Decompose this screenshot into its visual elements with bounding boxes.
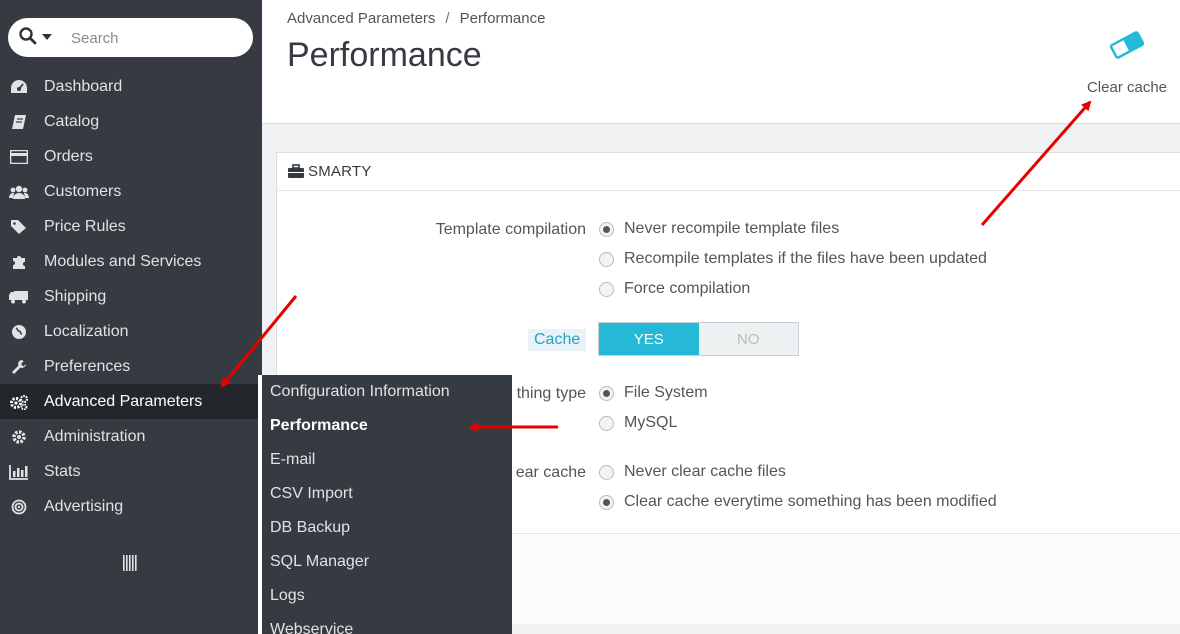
- sidebar-item-label: Customers: [44, 182, 122, 200]
- truck-icon: [9, 288, 29, 306]
- radio-button-checked[interactable]: [599, 494, 614, 510]
- sidebar-item-label: Modules and Services: [44, 252, 202, 270]
- submenu-item-performance[interactable]: Performance: [262, 409, 512, 443]
- radio-mysql[interactable]: MySQL: [599, 414, 677, 432]
- sidebar-item-orders[interactable]: Orders: [0, 139, 262, 174]
- sidebar-item-label: Preferences: [44, 357, 131, 375]
- panel-heading: SMARTY: [277, 153, 1180, 191]
- clear-cache-label: Clear cache: [1086, 79, 1168, 96]
- globe-icon: [9, 323, 29, 341]
- cache-label: Cache: [528, 329, 587, 351]
- collapse-sidebar-icon[interactable]: [122, 554, 138, 577]
- sidebar-item-label: Administration: [44, 427, 146, 445]
- radio-never-recompile[interactable]: Never recompile template files: [599, 220, 839, 238]
- sidebar-item-advanced-parameters[interactable]: Advanced Parameters: [0, 384, 262, 419]
- radio-label: Recompile templates if the files have be…: [624, 250, 987, 267]
- wrench-icon: [9, 358, 29, 376]
- submenu-item-logs[interactable]: Logs: [262, 579, 512, 613]
- radio-button[interactable]: [599, 464, 614, 480]
- cache-toggle[interactable]: YES NO: [598, 322, 799, 356]
- chevron-down-icon[interactable]: [42, 34, 52, 40]
- sidebar-item-shipping[interactable]: Shipping: [0, 279, 262, 314]
- page-title: Performance: [287, 36, 482, 74]
- sidebar-item-label: Orders: [44, 147, 93, 165]
- bullseye-icon: [9, 498, 29, 516]
- sidebar-item-administration[interactable]: Administration: [0, 419, 262, 454]
- breadcrumb: Advanced Parameters / Performance: [287, 10, 545, 27]
- cache-yes-option[interactable]: YES: [599, 323, 699, 355]
- submenu-item-webservice[interactable]: Webservice: [262, 613, 512, 634]
- sidebar-item-label: Dashboard: [44, 77, 123, 95]
- sidebar-item-stats[interactable]: Stats: [0, 454, 262, 489]
- radio-button-checked[interactable]: [599, 385, 614, 401]
- sidebar: Dashboard Catalog Orders Customers Price…: [0, 0, 262, 634]
- cache-no-option[interactable]: NO: [699, 323, 799, 355]
- radio-clear-cache-on-modify[interactable]: Clear cache everytime something has been…: [599, 493, 997, 511]
- search-input[interactable]: [68, 27, 238, 49]
- submenu-item-sql-manager[interactable]: SQL Manager: [262, 545, 512, 579]
- template-compilation-label: Template compilation: [435, 221, 586, 238]
- briefcase-icon: [287, 164, 305, 179]
- radio-label: Force compilation: [624, 280, 751, 297]
- eraser-icon: [1106, 31, 1148, 64]
- radio-button[interactable]: [599, 415, 614, 431]
- submenu-item-db-backup[interactable]: DB Backup: [262, 511, 512, 545]
- submenu-item-configuration-information[interactable]: Configuration Information: [262, 375, 512, 409]
- cogs-icon: [9, 393, 29, 411]
- sidebar-item-catalog[interactable]: Catalog: [0, 104, 262, 139]
- breadcrumb-separator: /: [445, 10, 450, 27]
- sidebar-nav: Dashboard Catalog Orders Customers Price…: [0, 69, 262, 524]
- caching-type-label: thing type: [516, 385, 586, 402]
- radio-label: Never clear cache files: [624, 463, 786, 480]
- book-icon: [9, 113, 29, 131]
- radio-label: MySQL: [624, 414, 678, 431]
- breadcrumb-current: Performance: [459, 10, 546, 27]
- tags-icon: [9, 218, 29, 236]
- radio-never-clear-cache[interactable]: Never clear cache files: [599, 463, 786, 481]
- sidebar-item-label: Catalog: [44, 112, 100, 130]
- bar-chart-icon: [9, 463, 29, 481]
- sidebar-item-modules[interactable]: Modules and Services: [0, 244, 262, 279]
- sidebar-item-label: Price Rules: [44, 217, 126, 235]
- submenu-item-email[interactable]: E-mail: [262, 443, 512, 477]
- radio-label: Never recompile template files: [624, 220, 840, 237]
- sidebar-item-dashboard[interactable]: Dashboard: [0, 69, 262, 104]
- radio-button[interactable]: [599, 251, 614, 267]
- radio-recompile-if-updated[interactable]: Recompile templates if the files have be…: [599, 250, 987, 268]
- sidebar-item-label: Advanced Parameters: [44, 392, 203, 410]
- sidebar-item-label: Stats: [44, 462, 81, 480]
- sidebar-item-advertising[interactable]: Advertising: [0, 489, 262, 524]
- puzzle-icon: [9, 253, 29, 271]
- page-header: Advanced Parameters / Performance Performa…: [262, 0, 1180, 124]
- sidebar-item-label: Localization: [44, 322, 129, 340]
- panel-title: SMARTY: [308, 163, 372, 180]
- sidebar-item-localization[interactable]: Localization: [0, 314, 262, 349]
- sidebar-item-label: Shipping: [44, 287, 107, 305]
- sidebar-item-preferences[interactable]: Preferences: [0, 349, 262, 384]
- clear-cache-button[interactable]: Clear cache: [1082, 30, 1172, 96]
- radio-label: File System: [624, 384, 708, 401]
- radio-button[interactable]: [599, 281, 614, 297]
- credit-card-icon: [9, 148, 29, 166]
- clear-cache-setting-label: ear cache: [515, 464, 586, 481]
- sidebar-item-price-rules[interactable]: Price Rules: [0, 209, 262, 244]
- radio-file-system[interactable]: File System: [599, 384, 708, 402]
- users-icon: [9, 183, 29, 201]
- radio-label: Clear cache everytime something has been…: [624, 493, 997, 510]
- advanced-parameters-submenu: Configuration Information Performance E-…: [258, 375, 512, 634]
- sidebar-item-customers[interactable]: Customers: [0, 174, 262, 209]
- submenu-item-csv-import[interactable]: CSV Import: [262, 477, 512, 511]
- radio-force-compilation[interactable]: Force compilation: [599, 280, 750, 298]
- gear-icon: [9, 428, 29, 446]
- dashboard-icon: [9, 78, 29, 96]
- breadcrumb-parent[interactable]: Advanced Parameters: [287, 10, 435, 27]
- radio-button-checked[interactable]: [599, 221, 614, 237]
- search-icon[interactable]: [18, 26, 38, 51]
- search-box[interactable]: [8, 18, 253, 57]
- sidebar-item-label: Advertising: [44, 497, 124, 515]
